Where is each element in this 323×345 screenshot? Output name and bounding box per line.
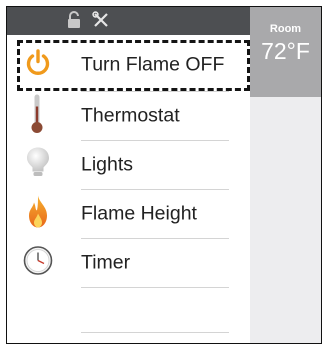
top-toolbar: [7, 7, 250, 35]
menu-item-label: Thermostat: [81, 104, 180, 126]
wrench-screwdriver-icon[interactable]: [92, 11, 110, 34]
room-temperature: 72°F: [261, 38, 310, 64]
menu-item-label: Lights: [81, 153, 134, 175]
selection-highlight: [17, 40, 250, 91]
menu-item-timer[interactable]: Timer: [7, 238, 250, 287]
app-frame: Room 72°F Turn Flame OFF Thermostat Ligh…: [6, 6, 322, 344]
lightbulb-icon: [26, 146, 50, 183]
menu-item-label: Timer: [81, 251, 131, 273]
room-label: Room: [269, 23, 302, 35]
menu-item-flame-height[interactable]: Flame Height: [7, 189, 250, 238]
room-temperature-card: Room 72°F: [250, 7, 321, 97]
clock-icon: [23, 245, 53, 280]
menu-item-thermostat[interactable]: Thermostat: [7, 91, 250, 140]
lock-icon[interactable]: [67, 11, 81, 34]
divider: [81, 332, 229, 333]
menu-item-lights[interactable]: Lights: [7, 140, 250, 189]
thermometer-icon: [29, 92, 45, 139]
divider: [81, 287, 229, 288]
room-panel: Room 72°F: [250, 7, 321, 343]
flame-icon: [26, 194, 50, 233]
menu-item-label: Flame Height: [81, 202, 197, 224]
